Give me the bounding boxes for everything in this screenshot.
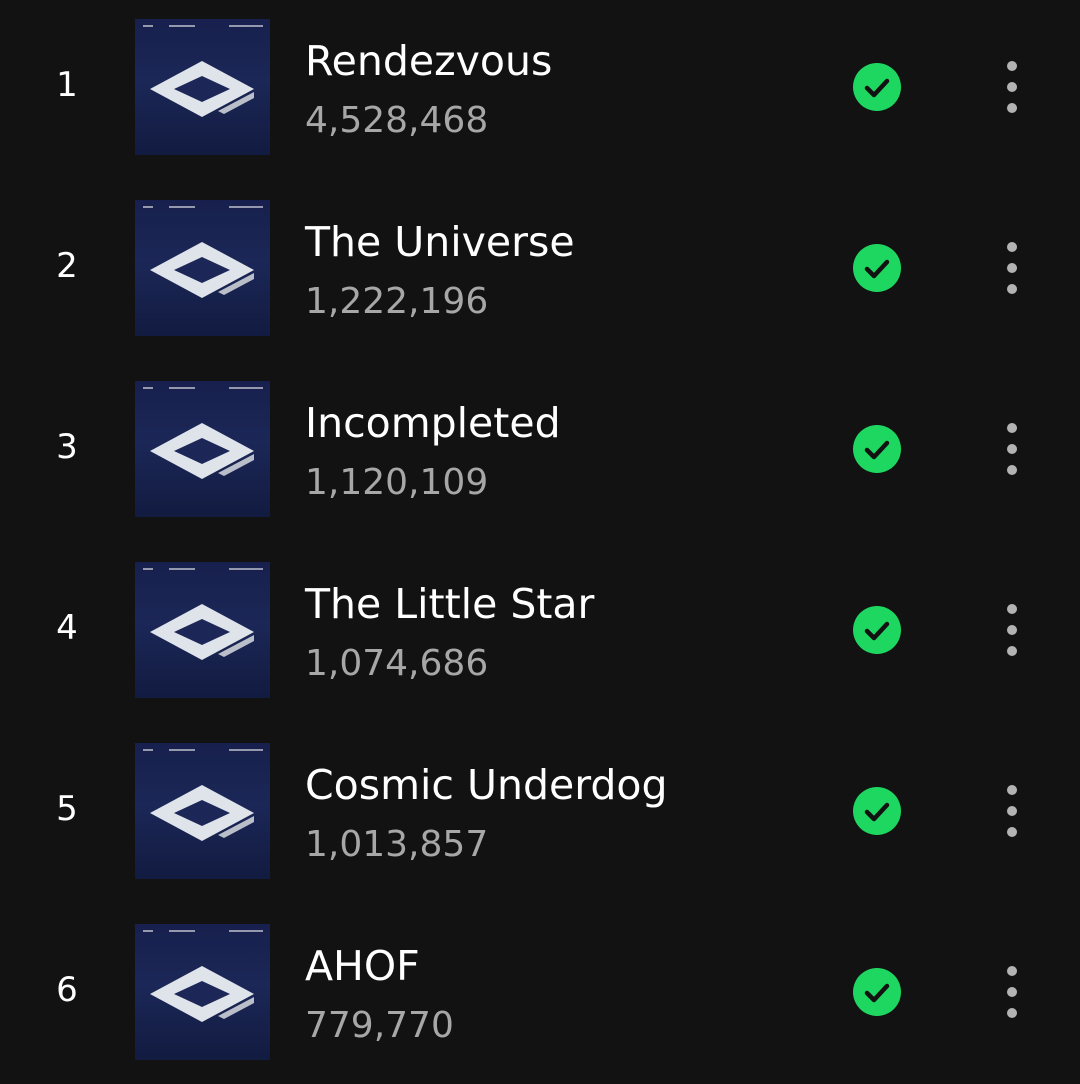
track-title: Cosmic Underdog bbox=[305, 761, 668, 809]
check-circle-icon[interactable] bbox=[853, 425, 901, 473]
track-title: The Universe bbox=[305, 218, 575, 266]
more-options-button[interactable] bbox=[992, 55, 1032, 119]
check-circle-icon[interactable] bbox=[853, 244, 901, 292]
play-count: 1,074,686 bbox=[305, 643, 489, 684]
more-options-button[interactable] bbox=[992, 417, 1032, 481]
track-title: Rendezvous bbox=[305, 37, 553, 85]
check-circle-icon[interactable] bbox=[853, 63, 901, 111]
more-options-button[interactable] bbox=[992, 779, 1032, 843]
track-row[interactable]: 3 Incompleted 1,120,109 bbox=[0, 381, 1080, 517]
more-options-button[interactable] bbox=[992, 598, 1032, 662]
album-cover bbox=[135, 200, 270, 336]
play-count: 1,013,857 bbox=[305, 824, 489, 865]
track-title: AHOF bbox=[305, 942, 420, 990]
track-title: Incompleted bbox=[305, 399, 561, 447]
play-count: 779,770 bbox=[305, 1005, 454, 1046]
track-number: 4 bbox=[56, 608, 78, 648]
track-number: 5 bbox=[56, 789, 78, 829]
more-vertical-icon bbox=[1007, 61, 1017, 113]
track-number: 3 bbox=[56, 427, 78, 467]
more-vertical-icon bbox=[1007, 966, 1017, 1018]
check-circle-icon[interactable] bbox=[853, 787, 901, 835]
track-row[interactable]: 5 Cosmic Underdog 1,013,857 bbox=[0, 743, 1080, 879]
more-options-button[interactable] bbox=[992, 236, 1032, 300]
track-number: 2 bbox=[56, 246, 78, 286]
play-count: 1,120,109 bbox=[305, 462, 489, 503]
track-number: 1 bbox=[56, 65, 78, 105]
track-row[interactable]: 6 AHOF 779,770 bbox=[0, 924, 1080, 1060]
track-row[interactable]: 4 The Little Star 1,074,686 bbox=[0, 562, 1080, 698]
album-cover bbox=[135, 19, 270, 155]
play-count: 1,222,196 bbox=[305, 281, 489, 322]
track-row[interactable]: 2 The Universe 1,222,196 bbox=[0, 200, 1080, 336]
track-list: 1 Rendezvous 4,528,468 2 The Universe 1,… bbox=[0, 0, 1080, 1084]
album-cover bbox=[135, 924, 270, 1060]
more-vertical-icon bbox=[1007, 604, 1017, 656]
album-cover bbox=[135, 562, 270, 698]
more-vertical-icon bbox=[1007, 242, 1017, 294]
more-vertical-icon bbox=[1007, 423, 1017, 475]
check-circle-icon[interactable] bbox=[853, 968, 901, 1016]
album-cover bbox=[135, 743, 270, 879]
play-count: 4,528,468 bbox=[305, 100, 489, 141]
track-number: 6 bbox=[56, 970, 78, 1010]
check-circle-icon[interactable] bbox=[853, 606, 901, 654]
more-vertical-icon bbox=[1007, 785, 1017, 837]
track-row[interactable]: 1 Rendezvous 4,528,468 bbox=[0, 19, 1080, 155]
album-cover bbox=[135, 381, 270, 517]
track-title: The Little Star bbox=[305, 580, 595, 628]
more-options-button[interactable] bbox=[992, 960, 1032, 1024]
